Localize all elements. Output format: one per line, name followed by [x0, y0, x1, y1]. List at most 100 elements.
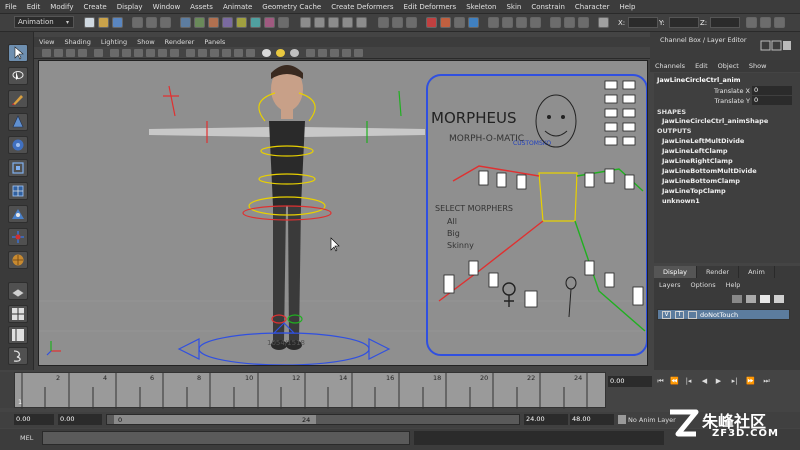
depth-of-field-icon[interactable] [306, 49, 315, 57]
menu-file[interactable]: File [0, 3, 22, 11]
play-backwards-icon[interactable]: ◀ [700, 377, 709, 386]
snap-grid-icon[interactable] [300, 17, 311, 28]
toggle-sidebar-icon[interactable] [550, 17, 561, 28]
select-joints-icon[interactable] [194, 17, 205, 28]
relative-transform-icon[interactable] [530, 17, 541, 28]
output-node[interactable]: JawLineTopClamp [662, 187, 726, 195]
camera-attributes-icon[interactable] [54, 49, 63, 57]
backface-culling-icon[interactable] [354, 49, 363, 57]
current-time-field[interactable]: 0.00 [608, 376, 652, 387]
attribute-editor-icon[interactable] [746, 17, 757, 28]
single-perspective-layout-icon[interactable] [8, 282, 28, 300]
panel-menu-show[interactable]: Show [132, 38, 160, 46]
textured-icon[interactable] [222, 49, 231, 57]
lasso-tool-icon[interactable] [8, 67, 28, 85]
last-tool-icon[interactable] [8, 251, 28, 269]
shape-node[interactable]: JawLineCircleCtrl_animShape [662, 117, 768, 125]
select-tool-icon[interactable] [8, 44, 28, 62]
menu-modify[interactable]: Modify [45, 3, 78, 11]
use-all-lights-icon[interactable] [234, 49, 243, 57]
playback-end-field[interactable]: 24.00 [524, 414, 568, 425]
channel-box-layout-icon[interactable] [760, 40, 792, 52]
grid-toggle-icon[interactable] [94, 49, 103, 57]
layer-create-icons[interactable] [730, 293, 790, 305]
xray-icon[interactable] [330, 49, 339, 57]
tool-settings-icon[interactable] [760, 17, 771, 28]
menu-geometry-cache[interactable]: Geometry Cache [257, 3, 326, 11]
menu-assets[interactable]: Assets [185, 3, 218, 11]
go-to-end-icon[interactable]: ⏭ [762, 377, 771, 386]
panel-menu-panels[interactable]: Panels [199, 38, 230, 46]
safe-title-icon[interactable] [170, 49, 179, 57]
layer-menu-layers[interactable]: Layers [654, 279, 686, 291]
menu-window[interactable]: Window [148, 3, 186, 11]
select-curves-icon[interactable] [208, 17, 219, 28]
y-field[interactable] [669, 17, 699, 28]
paint-select-tool-icon[interactable] [8, 90, 28, 108]
menu-character[interactable]: Character [570, 3, 615, 11]
cb-menu-object[interactable]: Object [713, 60, 744, 72]
four-view-layout-icon[interactable] [8, 305, 28, 323]
ambient-occlusion-icon[interactable] [262, 49, 271, 57]
select-deformations-icon[interactable] [236, 17, 247, 28]
x-field[interactable] [628, 17, 658, 28]
menu-display[interactable]: Display [112, 3, 148, 11]
menu-edit[interactable]: Edit [22, 3, 46, 11]
command-language-label[interactable]: MEL [20, 434, 33, 442]
selected-node-name[interactable]: JawLineCircleCtrl_anim [657, 76, 740, 84]
attr-translate-x-label[interactable]: Translate X [690, 87, 750, 95]
menu-constrain[interactable]: Constrain [526, 3, 570, 11]
render-frame-icon[interactable] [426, 17, 437, 28]
menu-skin[interactable]: Skin [501, 3, 526, 11]
panel-menu-shading[interactable]: Shading [59, 38, 95, 46]
motion-blur-icon[interactable] [276, 49, 285, 57]
select-rendering-icon[interactable] [264, 17, 275, 28]
wireframe-on-shaded-icon[interactable] [210, 49, 219, 57]
gate-mask-icon[interactable] [134, 49, 143, 57]
snap-curve-icon[interactable] [314, 17, 325, 28]
cb-menu-show[interactable]: Show [744, 60, 772, 72]
tab-display[interactable]: Display [654, 266, 697, 278]
snap-point-icon[interactable] [328, 17, 339, 28]
tab-render[interactable]: Render [696, 266, 740, 278]
save-scene-icon[interactable] [112, 17, 123, 28]
panel-menu-view[interactable]: View [34, 38, 59, 46]
shadows-icon[interactable] [246, 49, 255, 57]
play-forwards-icon[interactable]: ▶ [714, 377, 723, 386]
open-scene-icon[interactable] [98, 17, 109, 28]
attr-translate-y-label[interactable]: Translate Y [690, 97, 750, 105]
toggle-tool-settings-icon[interactable] [578, 17, 589, 28]
layer-type-toggle[interactable]: T [675, 311, 684, 319]
cb-menu-channels[interactable]: Channels [650, 60, 690, 72]
hypershade-layout-icon[interactable] [8, 347, 28, 365]
rename-icon[interactable] [502, 17, 513, 28]
hypershade-icon[interactable] [468, 17, 479, 28]
menu-help[interactable]: Help [614, 3, 640, 11]
camera-select-icon[interactable] [42, 49, 51, 57]
wireframe-icon[interactable] [186, 49, 195, 57]
layer-visibility-toggle[interactable]: V [662, 311, 671, 319]
absolute-transform-icon[interactable] [516, 17, 527, 28]
construction-history-icon[interactable] [406, 17, 417, 28]
anti-aliasing-icon[interactable] [290, 49, 299, 57]
playback-start-field[interactable]: 0.00 [58, 414, 102, 425]
panel-menu-lighting[interactable]: Lighting [96, 38, 132, 46]
menu-edit-deformers[interactable]: Edit Deformers [399, 3, 462, 11]
range-slider-handle[interactable] [114, 415, 316, 424]
isolate-select-icon[interactable] [318, 49, 327, 57]
select-hierarchy-icon[interactable] [132, 17, 143, 28]
output-node[interactable]: JawLineBottomMultDivide [662, 167, 757, 175]
panel-menu-renderer[interactable]: Renderer [160, 38, 200, 46]
render-settings-icon[interactable] [454, 17, 465, 28]
safe-action-icon[interactable] [158, 49, 167, 57]
smooth-shade-icon[interactable] [198, 49, 207, 57]
output-node[interactable]: JawLineLeftClamp [662, 147, 728, 155]
menu-create[interactable]: Create [78, 3, 111, 11]
resolution-gate-icon[interactable] [122, 49, 131, 57]
numeric-input-icon[interactable] [598, 17, 609, 28]
command-input[interactable] [42, 431, 410, 445]
field-chart-icon[interactable] [146, 49, 155, 57]
rotate-tool-icon[interactable] [8, 136, 28, 154]
select-surfaces-icon[interactable] [222, 17, 233, 28]
step-forward-key-icon[interactable]: ▸| [730, 377, 739, 386]
